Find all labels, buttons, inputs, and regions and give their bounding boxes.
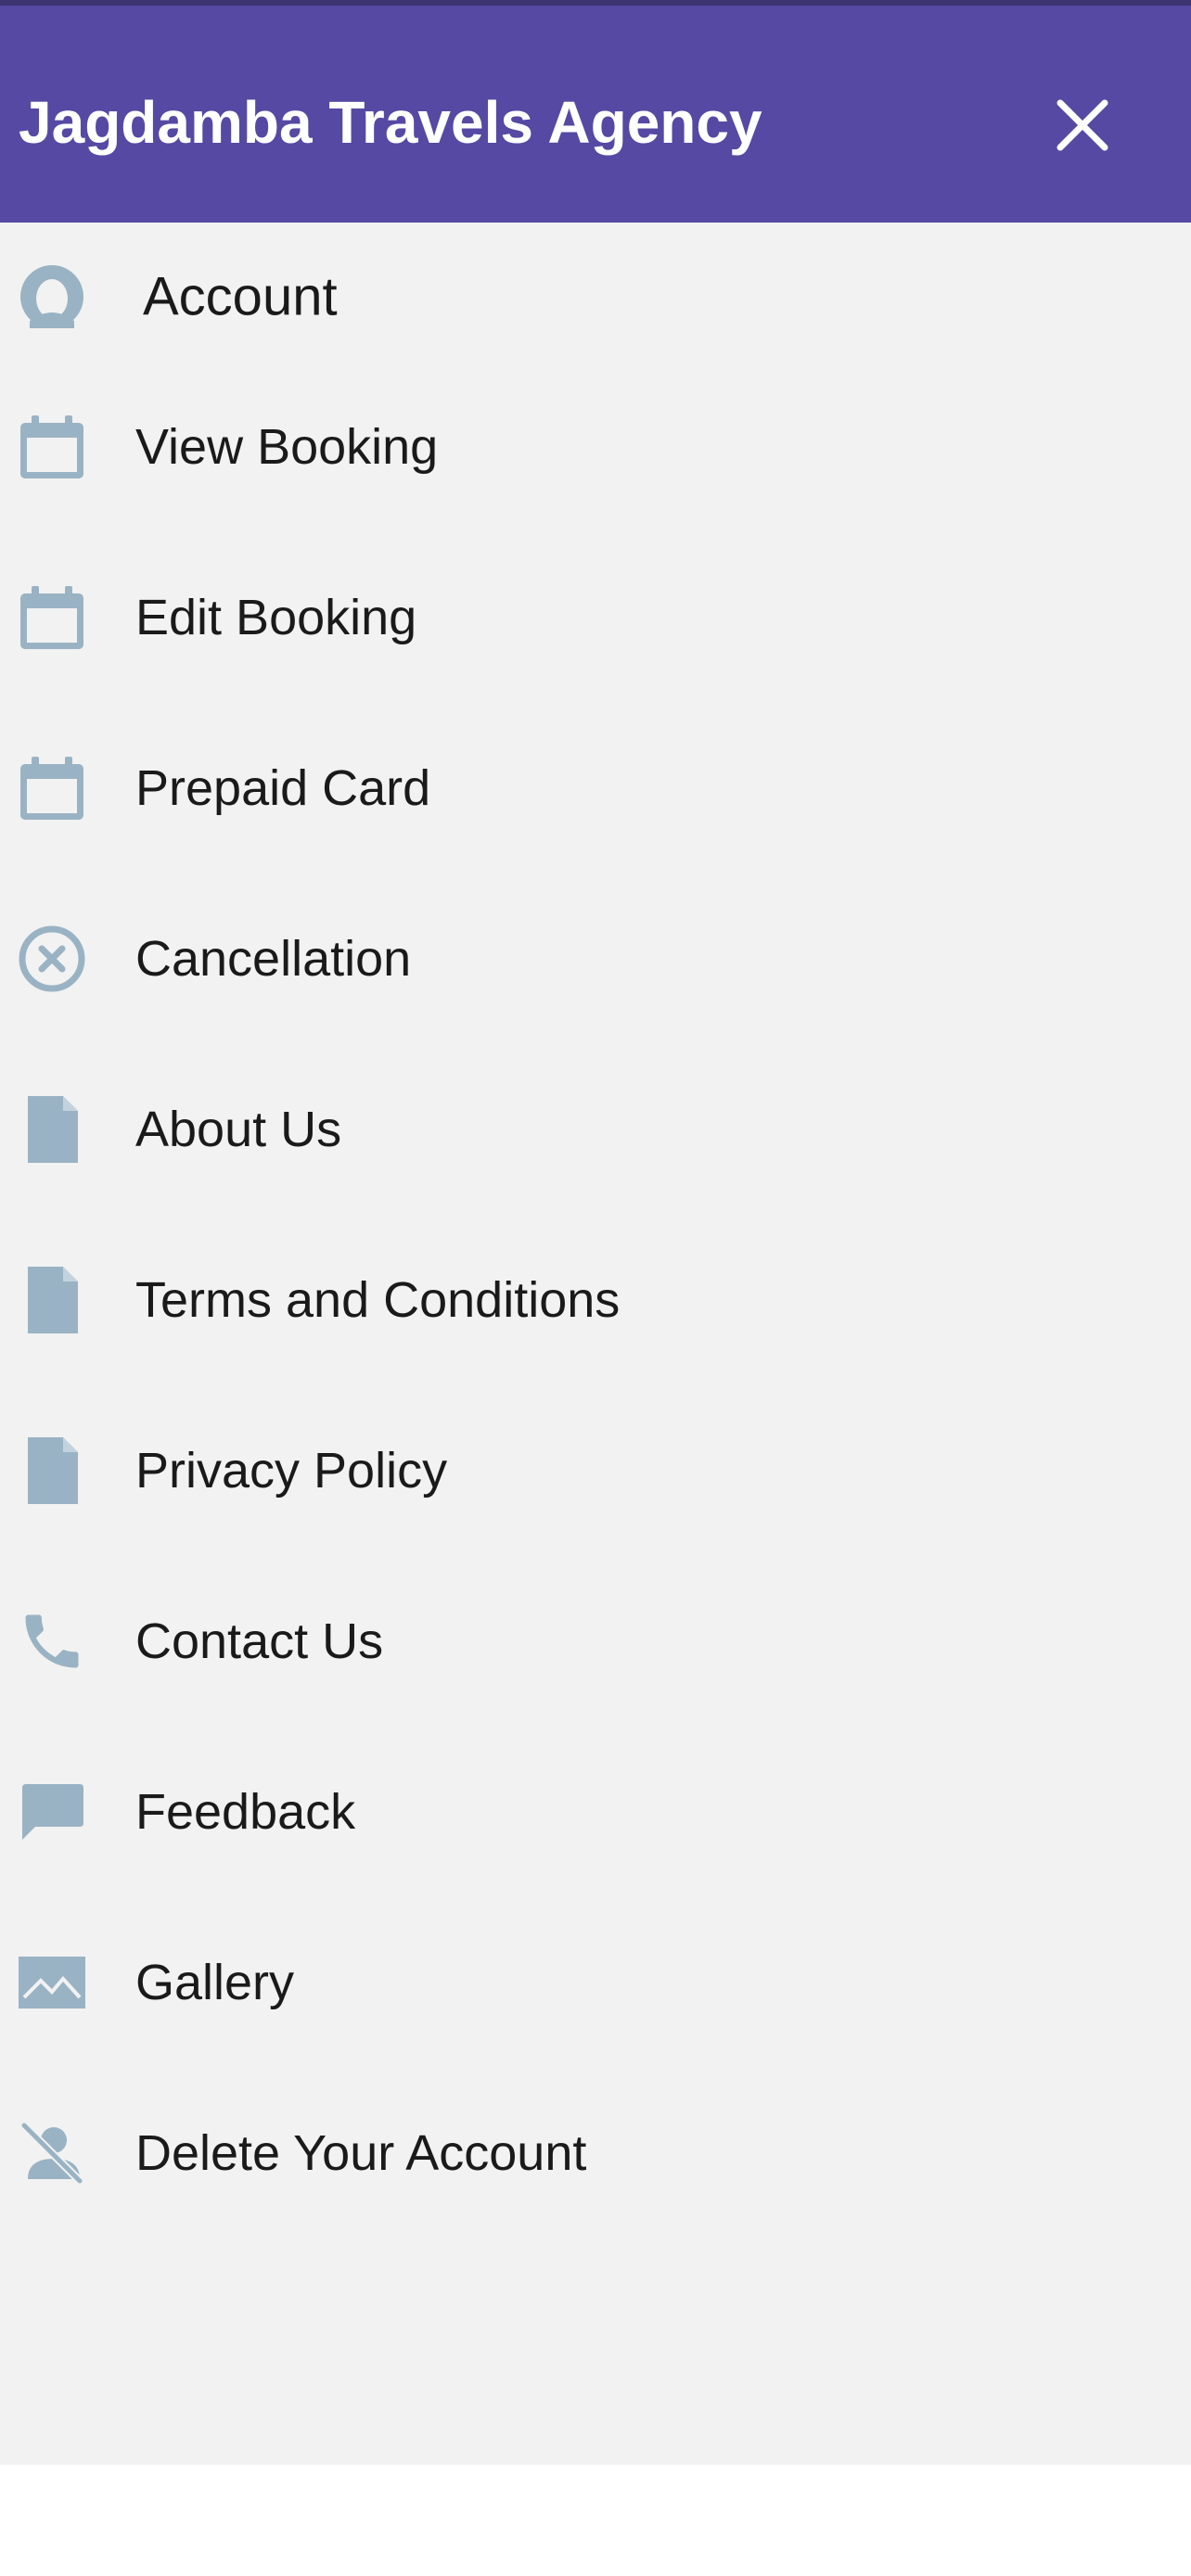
- document-icon: [17, 1435, 87, 1506]
- menu-item-label: Edit Booking: [135, 590, 417, 645]
- document-icon: [17, 1094, 87, 1165]
- menu-item-label: About Us: [135, 1102, 342, 1157]
- menu-item-cancellation[interactable]: Cancellation: [0, 885, 1191, 1033]
- menu-item-account[interactable]: Account: [0, 223, 1191, 371]
- menu-item-terms-and-conditions[interactable]: Terms and Conditions: [0, 1226, 1191, 1374]
- menu-item-view-booking[interactable]: View Booking: [0, 373, 1191, 521]
- phone-icon: [17, 1606, 87, 1677]
- document-icon: [17, 1265, 87, 1335]
- menu-item-about-us[interactable]: About Us: [0, 1055, 1191, 1204]
- menu-item-gallery[interactable]: Gallery: [0, 1908, 1191, 2057]
- menu-item-label: Prepaid Card: [135, 760, 431, 816]
- menu-item-privacy-policy[interactable]: Privacy Policy: [0, 1396, 1191, 1545]
- close-icon: [1055, 97, 1110, 153]
- cancel-circle-icon: [17, 924, 87, 994]
- menu-item-prepaid-card[interactable]: Prepaid Card: [0, 714, 1191, 862]
- calendar-icon: [17, 753, 87, 823]
- image-icon: [17, 1947, 87, 2018]
- close-button[interactable]: [1043, 85, 1122, 165]
- app-title: Jagdamba Travels Agency: [19, 89, 762, 156]
- menu-item-label: Delete Your Account: [135, 2125, 587, 2181]
- menu-item-delete-account[interactable]: Delete Your Account: [0, 2079, 1191, 2227]
- app-header: Jagdamba Travels Agency: [0, 0, 1191, 223]
- menu-item-feedback[interactable]: Feedback: [0, 1738, 1191, 1886]
- calendar-icon: [17, 412, 87, 482]
- menu-item-edit-booking[interactable]: Edit Booking: [0, 543, 1191, 692]
- navigation-drawer: Account View Booking Edit Booking Prepai…: [0, 223, 1191, 2465]
- menu-item-label: Privacy Policy: [135, 1443, 448, 1498]
- menu-item-contact-us[interactable]: Contact Us: [0, 1567, 1191, 1715]
- person-off-icon: [17, 2118, 87, 2188]
- menu-item-label: Contact Us: [135, 1613, 384, 1669]
- calendar-icon: [17, 582, 87, 653]
- menu-item-label: View Booking: [135, 419, 439, 475]
- menu-item-label: Gallery: [135, 1955, 295, 2010]
- menu-item-label: Cancellation: [135, 931, 412, 987]
- menu-item-label: Account: [143, 266, 338, 327]
- menu-item-label: Feedback: [135, 1784, 356, 1840]
- menu-item-label: Terms and Conditions: [135, 1272, 621, 1328]
- chat-bubble-icon: [17, 1777, 87, 1847]
- account-icon: [17, 261, 87, 332]
